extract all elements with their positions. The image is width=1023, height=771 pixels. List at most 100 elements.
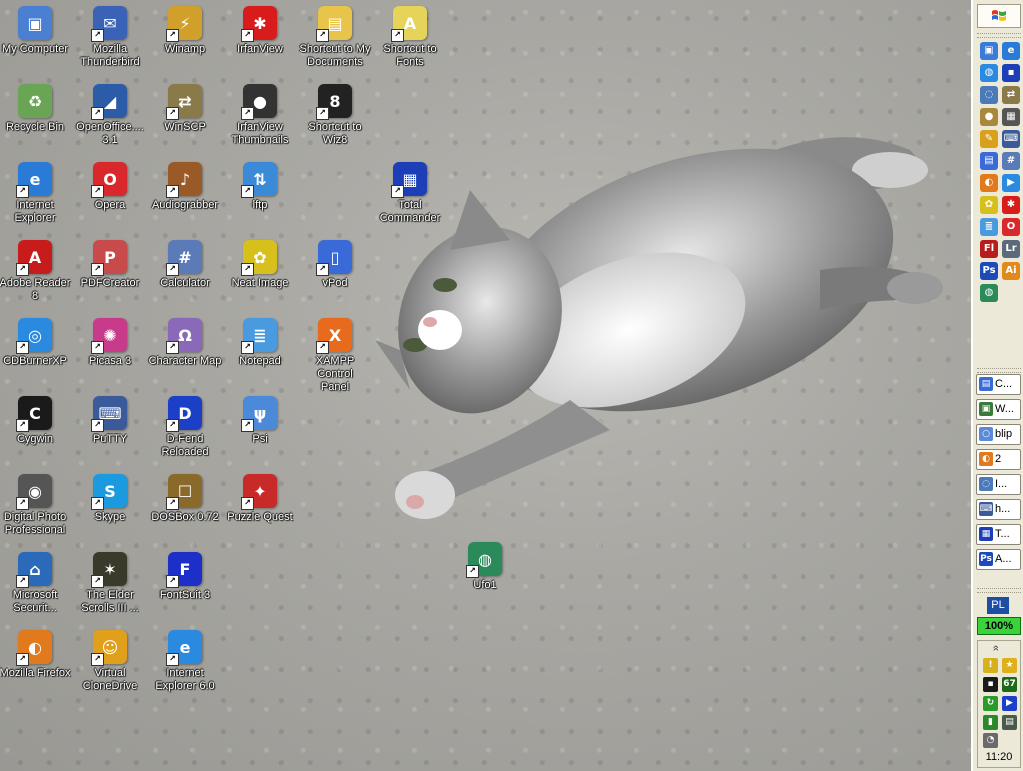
sphere-icon[interactable]: ● <box>980 108 998 126</box>
ufo-icon[interactable]: ◍ <box>980 284 998 302</box>
show-desktop-icon[interactable]: ▣ <box>980 42 998 60</box>
windows-icon[interactable]: ▤ <box>980 152 998 170</box>
speaker-icon[interactable]: ◔ <box>983 733 998 748</box>
desktop-icon[interactable]: ♪ ↗ Audiograbber <box>147 160 223 212</box>
desktop-icon[interactable]: ⌂ ↗ Microsoft Securit... <box>0 550 73 615</box>
clock[interactable]: 11:20 <box>978 751 1020 763</box>
network-icon[interactable]: ◍ <box>980 64 998 82</box>
desktop-icon[interactable]: # ↗ Calculator <box>147 238 223 290</box>
cpu-meter-icon[interactable]: ▪ <box>983 677 998 692</box>
grid-icon[interactable]: ▦ <box>1002 108 1020 126</box>
neat-image-icon[interactable]: ✿ <box>980 196 998 214</box>
desktop-icon[interactable]: ▤ ↗ Shortcut to My Documents <box>297 4 373 69</box>
browser-icon[interactable]: ◌ <box>980 86 998 104</box>
task-button[interactable]: Ps A... <box>976 549 1021 570</box>
monitor-icon[interactable]: ▤ <box>1002 715 1017 730</box>
desktop-icon[interactable]: ▣ My Computer <box>0 4 73 56</box>
firefox-icon[interactable]: ◐ <box>980 174 998 192</box>
toolbar-grip[interactable] <box>977 588 1021 593</box>
shortcut-arrow-icon: ↗ <box>91 575 104 588</box>
desktop-icon[interactable]: ✉ ↗ Mozilla Thunderbird <box>72 4 148 69</box>
desktop-icon[interactable]: ● ↗ IrfanView Thumbnails <box>222 82 298 147</box>
desktop-icon[interactable]: ◐ ↗ Mozilla Firefox <box>0 628 73 680</box>
desktop-icon[interactable]: F ↗ FontSuit 3 <box>147 550 223 602</box>
task-button[interactable]: ◌ I... <box>976 474 1021 495</box>
media-icon[interactable]: ▶ <box>1002 174 1020 192</box>
desktop-icon[interactable]: ◉ ↗ Digital Photo Professional <box>0 472 73 537</box>
star-icon[interactable]: ★ <box>1002 658 1017 673</box>
notepad-icon[interactable]: ≣ <box>980 218 998 236</box>
desktop[interactable]: ▣ My Computer ✉ ↗ Mozilla Thunderbird ⚡ ↗ Winam… <box>0 0 971 771</box>
desktop-icon[interactable]: ψ ↗ Psi <box>222 394 298 446</box>
tray-expand-chevron-icon[interactable]: » <box>990 645 1002 651</box>
desktop-icon[interactable]: S ↗ Skype <box>72 472 148 524</box>
desktop-icon[interactable]: D ↗ D-Fend Reloaded <box>147 394 223 459</box>
desktop-icon[interactable]: ✦ ↗ Puzzle Quest <box>222 472 298 524</box>
security-shield-icon[interactable]: ! <box>983 658 998 673</box>
desktop-icon[interactable]: P ↗ PDFCreator <box>72 238 148 290</box>
task-button[interactable]: ○ blip <box>976 424 1021 445</box>
irfanview-icon[interactable]: ✱ <box>1002 196 1020 214</box>
character-map-icon: Ω ↗ <box>166 318 202 354</box>
chat-icon: ○ <box>979 427 993 441</box>
desktop-icon[interactable]: ⇄ ↗ WinSCP <box>147 82 223 134</box>
desktop-icon[interactable]: ▯ ↗ vPod <box>297 238 373 290</box>
battery-indicator[interactable]: 100% <box>977 617 1021 635</box>
start-button[interactable] <box>977 4 1021 28</box>
desktop-icon[interactable]: Ω ↗ Character Map <box>147 316 223 368</box>
desktop-icon[interactable]: e ↗ Internet Explorer <box>0 160 73 225</box>
desktop-icon-label: The Elder Scrolls III ... <box>81 589 139 614</box>
task-button[interactable]: ▤ C... <box>976 374 1021 395</box>
task-button[interactable]: ▦ T... <box>976 524 1021 545</box>
opera-icon[interactable]: O <box>1002 218 1020 236</box>
desktop-icon[interactable]: O ↗ Opera <box>72 160 148 212</box>
illustrator-icon[interactable]: Ai <box>1002 262 1020 280</box>
toolbar-grip[interactable] <box>977 33 1021 38</box>
desktop-icon[interactable]: ⚡ ↗ Winamp <box>147 4 223 56</box>
shortcut-arrow-icon: ↗ <box>241 107 254 120</box>
desktop-icon[interactable]: ≣ ↗ Notepad <box>222 316 298 368</box>
desktop-icon[interactable]: ✿ ↗ Neat Image <box>222 238 298 290</box>
pencil-icon[interactable]: ✎ <box>980 130 998 148</box>
desktop-icon[interactable]: 8 ↗ Shortcut to Wiz8 <box>297 82 373 147</box>
winscp-icon[interactable]: ⇄ <box>1002 86 1020 104</box>
shortcut-arrow-icon: ↗ <box>166 575 179 588</box>
desktop-icon-label: DOSBox 0.72 <box>151 511 219 523</box>
desktop-icon[interactable]: ▦ ↗ Total Commander <box>372 160 448 225</box>
desktop-icon[interactable]: ♻ Recycle Bin <box>0 82 73 134</box>
calc-icon[interactable]: # <box>1002 152 1020 170</box>
desktop-icon[interactable]: ◎ ↗ CDBurnerXP <box>0 316 73 368</box>
desktop-icon-label: Opera <box>94 199 126 211</box>
desktop-icon[interactable]: ✶ ↗ The Elder Scrolls III ... <box>72 550 148 615</box>
desktop-icon[interactable]: ☐ ↗ DOSBox 0.72 <box>147 472 223 524</box>
desktop-icon[interactable]: ✱ ↗ IrfanView <box>222 4 298 56</box>
desktop-icon[interactable]: A ↗ Shortcut to Fonts <box>372 4 448 69</box>
internet-explorer-icon[interactable]: e <box>1002 42 1020 60</box>
desktop-icon[interactable]: ✺ ↗ Picasa 3 <box>72 316 148 368</box>
desktop-icon[interactable]: ⇅ ↗ lftp <box>222 160 298 212</box>
lightroom-icon[interactable]: Lr <box>1002 240 1020 258</box>
desktop-icon[interactable]: ⌨ ↗ PuTTY <box>72 394 148 446</box>
desktop-icon[interactable]: ◍ ↗ Ufo1 <box>447 540 523 592</box>
desktop-icon[interactable]: e ↗ Internet Explorer 6.0 <box>147 628 223 693</box>
desktop-icon[interactable]: C ↗ Cygwin <box>0 394 73 446</box>
photoshop-icon[interactable]: Ps <box>980 262 998 280</box>
putty-icon[interactable]: ⌨ <box>1002 130 1020 148</box>
puzzle-quest-icon: ✦ ↗ <box>241 474 277 510</box>
floppy-icon[interactable]: ▪ <box>1002 64 1020 82</box>
desktop-icon[interactable]: ◢ ↗ OpenOffice.... 3.1 <box>72 82 148 147</box>
task-button[interactable]: ▣ W... <box>976 399 1021 420</box>
language-indicator[interactable]: PL <box>987 597 1009 614</box>
network-signal-icon[interactable]: ▮ <box>983 715 998 730</box>
cpu-usage-icon[interactable]: 67 <box>1002 677 1017 692</box>
desktop-icon[interactable]: ☺ ↗ Virtual CloneDrive <box>72 628 148 693</box>
task-button[interactable]: ◐ 2 <box>976 449 1021 470</box>
shortcut-arrow-icon: ↗ <box>166 263 179 276</box>
task-button[interactable]: ⌨ h... <box>976 499 1021 520</box>
desktop-icon[interactable]: X ↗ XAMPP Control Panel <box>297 316 373 394</box>
toolbar-grip[interactable] <box>977 368 1021 373</box>
desktop-icon[interactable]: A ↗ Adobe Reader 8 <box>0 238 73 303</box>
play-icon[interactable]: ▶ <box>1002 696 1017 711</box>
update-icon[interactable]: ↻ <box>983 696 998 711</box>
flash-icon[interactable]: Fl <box>980 240 998 258</box>
